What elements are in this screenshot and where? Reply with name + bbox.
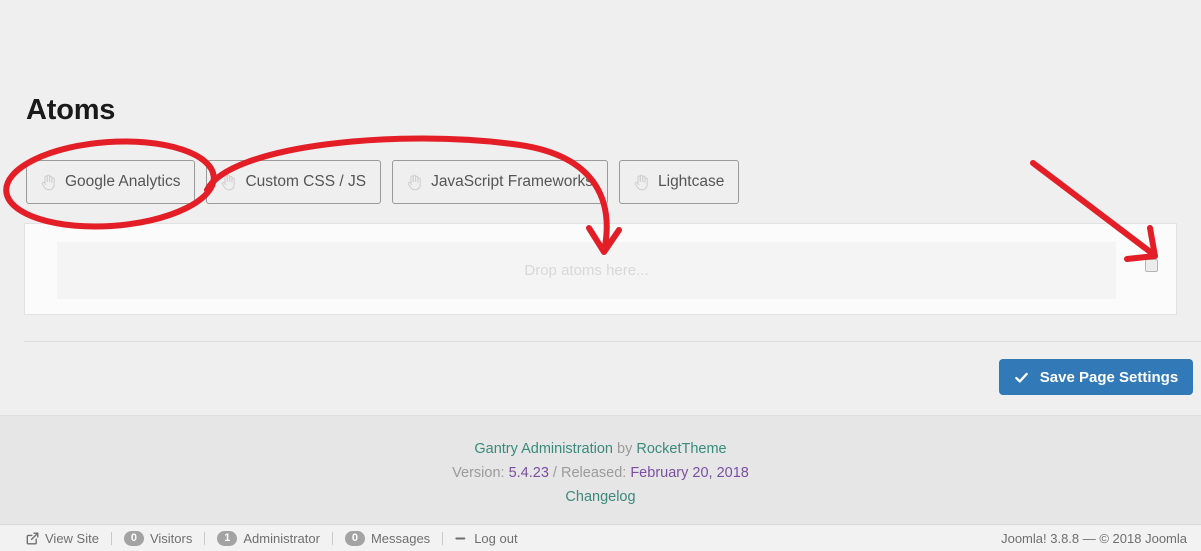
version-value: 5.4.23 <box>508 465 549 481</box>
save-page-settings-button[interactable]: Save Page Settings <box>999 359 1193 395</box>
hand-drag-icon <box>407 174 422 191</box>
version-label: Version: <box>452 465 509 481</box>
status-item-label: View Site <box>45 530 99 546</box>
messages-count-badge: 0 <box>344 530 365 546</box>
atom-chip-javascript-frameworks[interactable]: JavaScript Frameworks <box>392 160 608 204</box>
status-item-visitors[interactable]: 0 Visitors <box>112 530 204 546</box>
changelog-link[interactable]: Changelog <box>565 489 635 505</box>
status-item-messages[interactable]: 0 Messages <box>333 530 442 546</box>
status-item-label: Visitors <box>149 530 193 546</box>
status-item-label: Administrator <box>243 530 320 546</box>
status-item-label: Messages <box>370 530 431 546</box>
atom-chip-label: JavaScript Frameworks <box>431 173 593 190</box>
status-item-log-out[interactable]: Log out <box>443 531 529 546</box>
external-link-icon <box>26 532 39 545</box>
gantry-footer: Gantry Administration by RocketTheme Ver… <box>0 415 1201 524</box>
check-icon <box>1014 370 1029 385</box>
joomla-copyright: Joomla! 3.8.8 — © 2018 Joomla <box>1001 530 1187 546</box>
atom-chip-google-analytics[interactable]: Google Analytics <box>26 160 196 204</box>
footer-changelog-line: Changelog <box>0 485 1201 509</box>
atom-chip-custom-css-js[interactable]: Custom CSS / JS <box>206 160 382 204</box>
gantry-administration-link[interactable]: Gantry Administration <box>474 441 613 457</box>
footer-product-line: Gantry Administration by RocketTheme <box>0 437 1201 461</box>
hand-drag-icon <box>41 174 56 191</box>
logout-icon <box>455 532 468 545</box>
drop-zone-placeholder: Drop atoms here... <box>524 262 649 279</box>
panel-toggle-checkbox[interactable] <box>1145 259 1158 272</box>
released-label: Released: <box>561 465 631 481</box>
atom-chip-label: Custom CSS / JS <box>245 173 367 190</box>
hand-drag-icon <box>634 174 649 191</box>
status-bar: View Site 0 Visitors 1 Administrator 0 M… <box>0 524 1201 551</box>
rockettheme-link[interactable]: RocketTheme <box>636 441 726 457</box>
content-divider <box>24 341 1201 342</box>
footer-version-line: Version: 5.4.23 / Released: February 20,… <box>0 461 1201 485</box>
version-separator: / <box>548 465 561 481</box>
save-button-label: Save Page Settings <box>1039 368 1179 386</box>
footer-by-text: by <box>612 441 637 457</box>
status-bar-left-group: View Site 0 Visitors 1 Administrator 0 M… <box>0 530 530 546</box>
page-content: Atoms Google Analytics Custom CSS / JS J… <box>0 0 1201 415</box>
administrator-count-badge: 1 <box>217 530 238 546</box>
atom-chip-lightcase[interactable]: Lightcase <box>619 160 740 204</box>
status-item-view-site[interactable]: View Site <box>14 531 111 546</box>
page-title: Atoms <box>26 94 116 126</box>
visitors-count-badge: 0 <box>123 530 144 546</box>
atoms-picker-list: Google Analytics Custom CSS / JS JavaScr… <box>26 160 740 204</box>
status-item-administrator[interactable]: 1 Administrator <box>205 530 332 546</box>
atom-chip-label: Lightcase <box>658 173 725 190</box>
status-item-label: Log out <box>474 530 518 546</box>
atoms-drop-zone[interactable]: Drop atoms here... <box>57 242 1116 299</box>
atom-chip-label: Google Analytics <box>65 173 181 190</box>
released-value: February 20, 2018 <box>630 465 749 481</box>
atoms-panel: Drop atoms here... <box>24 223 1177 315</box>
hand-drag-icon <box>221 174 236 191</box>
